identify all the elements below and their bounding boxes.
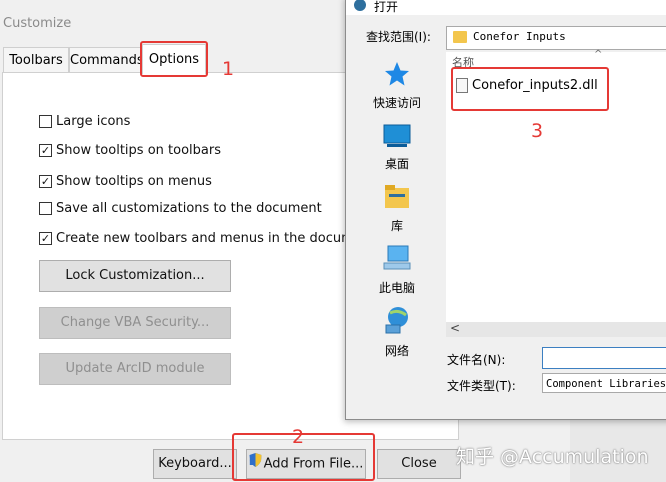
look-in-value: Conefor Inputs bbox=[473, 30, 566, 43]
app-icon bbox=[354, 0, 366, 11]
annotation-box-3 bbox=[451, 67, 609, 111]
watermark-text: 知乎 @Accumulation bbox=[456, 446, 649, 468]
tab-toolbars[interactable]: Toolbars bbox=[3, 47, 69, 73]
checkmark-icon[interactable]: ✓ bbox=[39, 143, 52, 157]
scroll-left-icon[interactable]: < bbox=[450, 321, 460, 335]
tab-options[interactable]: Options bbox=[142, 44, 206, 74]
lock-customization-button[interactable]: Lock Customization... bbox=[39, 260, 231, 292]
star-icon bbox=[367, 61, 427, 90]
create-toolbars-checkbox[interactable]: ✓ Create new toolbars and menus in the d… bbox=[39, 229, 375, 247]
computer-icon bbox=[367, 244, 427, 275]
place-label: 此电脑 bbox=[378, 281, 415, 295]
filetype-label: 文件类型(T): bbox=[447, 379, 516, 393]
place-network[interactable]: 网络 bbox=[367, 305, 427, 359]
checkbox-label: Create new toolbars and menus in the doc… bbox=[56, 230, 376, 246]
place-label: 网络 bbox=[384, 344, 409, 358]
place-quick-access[interactable]: 快速访问 bbox=[367, 61, 427, 111]
annotation-number-1: 1 bbox=[222, 58, 235, 80]
sort-up-icon: ^ bbox=[594, 49, 603, 60]
horizontal-scrollbar[interactable]: < bbox=[446, 321, 666, 337]
update-arcid-button[interactable]: Update ArcID module bbox=[39, 353, 231, 385]
filetype-select[interactable]: Component Libraries bbox=[542, 373, 666, 393]
place-label: 快速访问 bbox=[372, 96, 421, 110]
open-file-dialog: 打开 查找范围(I): Conefor Inputs 快速访问 桌面 库 此电脑… bbox=[345, 0, 666, 420]
checkbox-label: Show tooltips on menus bbox=[56, 173, 212, 189]
checkbox-label: Large icons bbox=[56, 113, 131, 129]
dialog-title: 打开 bbox=[374, 0, 399, 14]
dialog-titlebar: 打开 bbox=[346, 0, 666, 15]
checkmark-icon[interactable]: ✓ bbox=[39, 174, 52, 188]
checkbox-box[interactable] bbox=[39, 201, 52, 215]
save-customizations-checkbox[interactable]: Save all customizations to the document bbox=[39, 199, 322, 217]
keyboard-button[interactable]: Keyboard... bbox=[153, 449, 237, 479]
tooltips-menus-checkbox[interactable]: ✓ Show tooltips on menus bbox=[39, 172, 212, 190]
filename-label: 文件名(N): bbox=[447, 353, 506, 367]
place-label: 桌面 bbox=[384, 157, 409, 171]
library-icon bbox=[367, 184, 427, 213]
look-in-select[interactable]: Conefor Inputs bbox=[446, 26, 666, 50]
tooltips-toolbars-checkbox[interactable]: ✓ Show tooltips on toolbars bbox=[39, 141, 221, 159]
filename-input[interactable] bbox=[542, 347, 666, 369]
checkmark-icon[interactable]: ✓ bbox=[39, 231, 52, 245]
place-library[interactable]: 库 bbox=[367, 184, 427, 234]
checkbox-label: Save all customizations to the document bbox=[56, 200, 322, 216]
large-icons-checkbox[interactable]: Large icons bbox=[39, 112, 130, 130]
folder-icon bbox=[453, 31, 467, 43]
annotation-number-2: 2 bbox=[292, 426, 305, 448]
tab-commands[interactable]: Commands bbox=[69, 47, 144, 73]
network-icon bbox=[367, 305, 427, 338]
annotation-number-3: 3 bbox=[531, 120, 544, 142]
close-button[interactable]: Close bbox=[377, 449, 461, 479]
place-this-pc[interactable]: 此电脑 bbox=[367, 244, 427, 296]
place-label: 库 bbox=[390, 219, 403, 233]
customize-title: Customize bbox=[3, 16, 72, 31]
place-desktop[interactable]: 桌面 bbox=[367, 124, 427, 172]
change-vba-security-button[interactable]: Change VBA Security... bbox=[39, 307, 231, 339]
checkbox-label: Show tooltips on toolbars bbox=[56, 142, 221, 158]
look-in-label: 查找范围(I): bbox=[366, 30, 431, 44]
desktop-icon bbox=[367, 124, 427, 151]
checkbox-box[interactable] bbox=[39, 114, 52, 128]
